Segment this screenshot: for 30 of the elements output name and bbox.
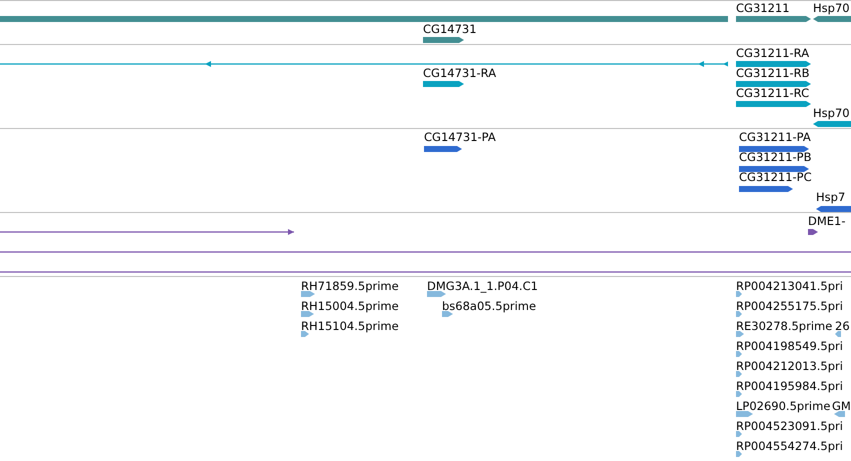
feature-label: CG31211-RB	[736, 66, 810, 80]
feature-label: DME1-	[808, 214, 846, 228]
feature-label: Hsp70	[813, 1, 850, 15]
feature-label: RP004523091.5pri	[736, 419, 843, 433]
feature-label: RH15004.5prime	[301, 299, 399, 313]
feature-label: RP004195984.5pri	[736, 379, 843, 393]
feature-label: 26	[835, 319, 850, 333]
feature-label: DMG3A.1_1.P04.C1	[427, 279, 538, 293]
feature-label: CG14731-RA	[423, 66, 496, 80]
feature-label: RP004554274.5pri	[736, 439, 843, 453]
feature-label: CG31211-PA	[739, 130, 811, 144]
feature-label: CG31211	[736, 1, 790, 15]
feature-label: RP004198549.5pri	[736, 339, 843, 353]
feature-label: RP004212013.5pri	[736, 359, 843, 373]
feature-label: RP004213041.5pri	[736, 279, 843, 293]
feature-label: RE30278.5prime	[736, 319, 832, 333]
feature-label: CG31211-RC	[736, 86, 810, 100]
feature-label: RP004255175.5pri	[736, 299, 843, 313]
feature-label: RH71859.5prime	[301, 279, 399, 293]
feature-label: RH15104.5prime	[301, 319, 399, 333]
feature-label: CG31211-PC	[739, 170, 812, 184]
feature-label: LP02690.5prime	[736, 399, 830, 413]
feature-label: CG14731-PA	[424, 130, 496, 144]
feature-label: Hsp70	[813, 106, 850, 120]
feature-label: Hsp7	[816, 190, 846, 204]
feature-label: bs68a05.5prime	[442, 299, 536, 313]
feature-label: GM	[832, 399, 851, 413]
feature-label: CG31211-RA	[736, 46, 810, 60]
feature-label: CG31211-PB	[739, 150, 812, 164]
feature-label: CG14731	[423, 22, 477, 36]
